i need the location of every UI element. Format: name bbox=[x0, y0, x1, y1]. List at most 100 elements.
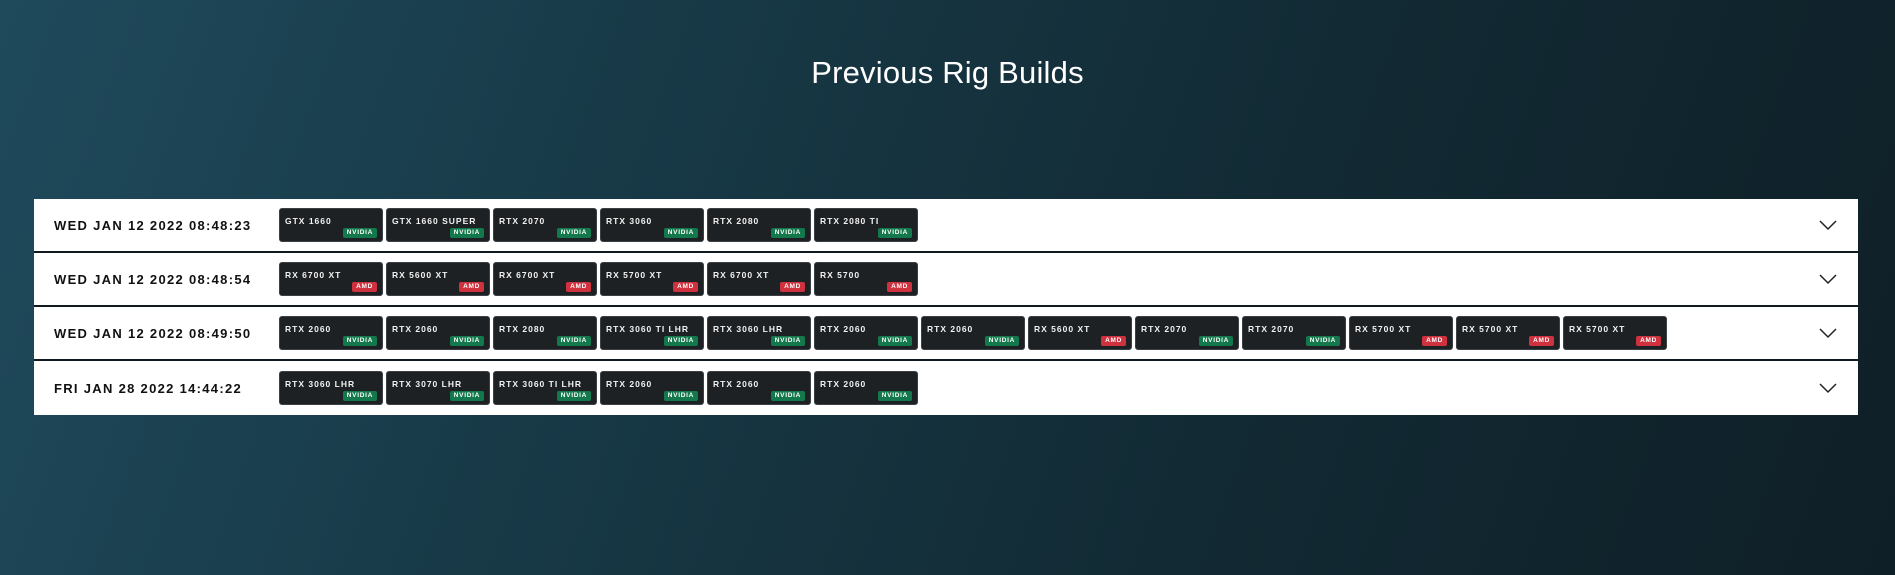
builds-list: WED JAN 12 2022 08:48:23 GTX 1660 NVIDIA GT… bbox=[34, 199, 1858, 415]
gpu-card: RX 5600 XT AMD bbox=[1028, 316, 1132, 350]
gpu-name: RX 5700 XT bbox=[1462, 324, 1519, 334]
gpu-name: GTX 1660 bbox=[285, 216, 332, 226]
vendor-badge: AMD bbox=[780, 282, 805, 292]
vendor-badge: AMD bbox=[459, 282, 484, 292]
vendor-badge: AMD bbox=[566, 282, 591, 292]
gpu-card: RX 5600 XT AMD bbox=[386, 262, 490, 296]
gpu-card: RX 5700 AMD bbox=[814, 262, 918, 296]
vendor-badge: NVIDIA bbox=[556, 228, 591, 238]
gpu-name: RTX 2080 bbox=[713, 216, 760, 226]
gpu-name: RTX 3060 TI LHR bbox=[606, 324, 690, 334]
vendor-badge: NVIDIA bbox=[449, 228, 484, 238]
gpu-name: RTX 3060 LHR bbox=[713, 324, 784, 334]
gpu-name: RX 6700 XT bbox=[713, 270, 770, 280]
gpu-list: RTX 2060 NVIDIA RTX 2060 NVIDIA RTX 2080 NVID… bbox=[279, 315, 1667, 351]
build-row[interactable]: WED JAN 12 2022 08:49:50 RTX 2060 NVIDIA RT… bbox=[34, 307, 1858, 361]
vendor-badge: AMD bbox=[673, 282, 698, 292]
vendor-badge: NVIDIA bbox=[1198, 336, 1233, 346]
vendor-badge: AMD bbox=[1422, 336, 1447, 346]
vendor-badge: NVIDIA bbox=[770, 336, 805, 346]
gpu-name: RX 5600 XT bbox=[1034, 324, 1091, 334]
vendor-badge: NVIDIA bbox=[342, 228, 377, 238]
gpu-name: RTX 2060 bbox=[285, 324, 332, 334]
gpu-name: RTX 2060 bbox=[927, 324, 974, 334]
gpu-card: RTX 2070 NVIDIA bbox=[1135, 316, 1239, 350]
vendor-badge: AMD bbox=[1636, 336, 1661, 346]
gpu-card: RTX 2060 NVIDIA bbox=[386, 316, 490, 350]
build-row[interactable]: FRI JAN 28 2022 14:44:22 RTX 3060 LHR NVID… bbox=[34, 361, 1858, 415]
gpu-card: RX 6700 XT AMD bbox=[493, 262, 597, 296]
chevron-down-icon[interactable] bbox=[1818, 327, 1838, 339]
vendor-badge: AMD bbox=[1529, 336, 1554, 346]
gpu-name: RX 6700 XT bbox=[499, 270, 556, 280]
gpu-card: RTX 3060 NVIDIA bbox=[600, 208, 704, 242]
vendor-badge: NVIDIA bbox=[342, 391, 377, 401]
gpu-list: RTX 3060 LHR NVIDIA RTX 3070 LHR NVIDIA RTX … bbox=[279, 370, 918, 406]
gpu-card: GTX 1660 NVIDIA bbox=[279, 208, 383, 242]
vendor-badge: NVIDIA bbox=[877, 391, 912, 401]
gpu-card: RTX 2070 NVIDIA bbox=[1242, 316, 1346, 350]
chevron-down-icon[interactable] bbox=[1818, 273, 1838, 285]
vendor-badge: NVIDIA bbox=[449, 336, 484, 346]
vendor-badge: NVIDIA bbox=[770, 228, 805, 238]
gpu-name: RX 5700 XT bbox=[1569, 324, 1626, 334]
vendor-badge: AMD bbox=[887, 282, 912, 292]
gpu-name: RTX 2060 bbox=[820, 379, 867, 389]
gpu-name: RX 5700 bbox=[820, 270, 861, 280]
vendor-badge: NVIDIA bbox=[663, 336, 698, 346]
gpu-name: RTX 2060 bbox=[713, 379, 760, 389]
gpu-name: RTX 2070 bbox=[1248, 324, 1295, 334]
build-date: WED JAN 12 2022 08:48:54 bbox=[54, 271, 252, 287]
gpu-name: RX 5700 XT bbox=[1355, 324, 1412, 334]
gpu-name: RX 5700 XT bbox=[606, 270, 663, 280]
vendor-badge: NVIDIA bbox=[663, 228, 698, 238]
gpu-card: RTX 3060 TI LHR NVIDIA bbox=[600, 316, 704, 350]
vendor-badge: NVIDIA bbox=[663, 391, 698, 401]
gpu-card: RTX 2070 NVIDIA bbox=[493, 208, 597, 242]
vendor-badge: NVIDIA bbox=[1305, 336, 1340, 346]
gpu-card: RTX 2060 NVIDIA bbox=[814, 371, 918, 405]
vendor-badge: NVIDIA bbox=[556, 391, 591, 401]
vendor-badge: NVIDIA bbox=[877, 336, 912, 346]
vendor-badge: NVIDIA bbox=[984, 336, 1019, 346]
vendor-badge: NVIDIA bbox=[449, 391, 484, 401]
build-date: FRI JAN 28 2022 14:44:22 bbox=[54, 380, 243, 396]
gpu-name: RTX 3070 LHR bbox=[392, 379, 463, 389]
gpu-name: RTX 3060 TI LHR bbox=[499, 379, 583, 389]
gpu-card: RTX 2060 NVIDIA bbox=[279, 316, 383, 350]
gpu-name: RTX 2060 bbox=[820, 324, 867, 334]
build-row[interactable]: WED JAN 12 2022 08:48:54 RX 6700 XT AMD RX … bbox=[34, 253, 1858, 307]
vendor-badge: AMD bbox=[1101, 336, 1126, 346]
gpu-card: RX 5700 XT AMD bbox=[1456, 316, 1560, 350]
gpu-name: RTX 2070 bbox=[1141, 324, 1188, 334]
gpu-card: RTX 3060 LHR NVIDIA bbox=[707, 316, 811, 350]
gpu-card: RTX 2060 NVIDIA bbox=[707, 371, 811, 405]
build-date: WED JAN 12 2022 08:48:23 bbox=[54, 217, 252, 233]
gpu-card: RTX 3060 LHR NVIDIA bbox=[279, 371, 383, 405]
gpu-card: RTX 2080 NVIDIA bbox=[493, 316, 597, 350]
gpu-name: RTX 2060 bbox=[392, 324, 439, 334]
gpu-name: RTX 3060 LHR bbox=[285, 379, 356, 389]
gpu-card: RX 5700 XT AMD bbox=[1563, 316, 1667, 350]
gpu-list: GTX 1660 NVIDIA GTX 1660 SUPER NVIDIA RTX 20… bbox=[279, 207, 918, 243]
gpu-name: RTX 2080 bbox=[499, 324, 546, 334]
vendor-badge: NVIDIA bbox=[877, 228, 912, 238]
build-row[interactable]: WED JAN 12 2022 08:48:23 GTX 1660 NVIDIA GT… bbox=[34, 199, 1858, 253]
gpu-card: RX 5700 XT AMD bbox=[600, 262, 704, 296]
gpu-name: RTX 3060 bbox=[606, 216, 653, 226]
gpu-card: RTX 2080 TI NVIDIA bbox=[814, 208, 918, 242]
gpu-card: RTX 2060 NVIDIA bbox=[814, 316, 918, 350]
gpu-card: RX 5700 XT AMD bbox=[1349, 316, 1453, 350]
gpu-card: RX 6700 XT AMD bbox=[707, 262, 811, 296]
gpu-card: RTX 3070 LHR NVIDIA bbox=[386, 371, 490, 405]
gpu-name: RTX 2070 bbox=[499, 216, 546, 226]
vendor-badge: AMD bbox=[352, 282, 377, 292]
gpu-card: GTX 1660 SUPER NVIDIA bbox=[386, 208, 490, 242]
chevron-down-icon[interactable] bbox=[1818, 382, 1838, 394]
gpu-name: GTX 1660 SUPER bbox=[392, 216, 477, 226]
chevron-down-icon[interactable] bbox=[1818, 219, 1838, 231]
gpu-list: RX 6700 XT AMD RX 5600 XT AMD RX 6700 XT AMD R… bbox=[279, 261, 918, 297]
gpu-card: RTX 2080 NVIDIA bbox=[707, 208, 811, 242]
gpu-card: RX 6700 XT AMD bbox=[279, 262, 383, 296]
gpu-name: RX 5600 XT bbox=[392, 270, 449, 280]
